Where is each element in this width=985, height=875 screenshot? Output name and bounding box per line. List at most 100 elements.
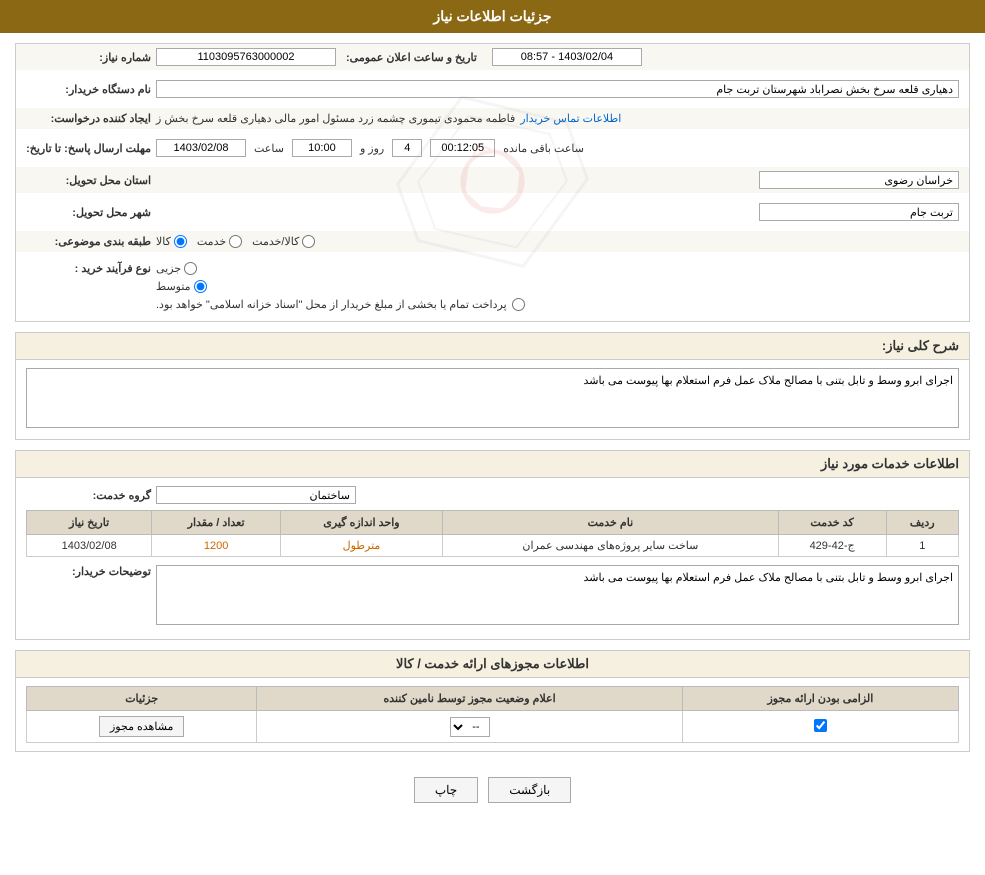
general-info-section: شماره نیاز: تاریخ و ساعت اعلان عمومی: نا… [15, 43, 970, 322]
province-input[interactable] [759, 171, 959, 189]
col-license-details: جزئیات [27, 687, 257, 711]
col-license-required: الزامی بودن ارائه مجوز [682, 687, 958, 711]
table-row: -- مشاهده مجوز [27, 711, 959, 743]
back-button[interactable]: بازگشت [488, 777, 571, 803]
bottom-buttons: بازگشت چاپ [15, 762, 970, 818]
province-label: استان محل تحویل: [26, 174, 156, 187]
deadline-date-input[interactable] [156, 139, 246, 157]
col-unit: واحد اندازه گیری [280, 511, 442, 535]
service-group-row: گروه خدمت: [26, 486, 959, 504]
cell-quantity: 1200 [152, 535, 280, 557]
purchase-motawaset-item: متوسط [156, 280, 207, 293]
category-label: طبقه بندی موضوعی: [26, 235, 156, 248]
city-row: شهر محل تحویل: [16, 199, 969, 225]
announce-date-label: تاریخ و ساعت اعلان عمومی: [346, 51, 482, 64]
page-title: جزئیات اطلاعات نیاز [433, 8, 551, 24]
need-desc-section: شرح کلی نیاز: اجرای ابرو وسط و تابل بتنی… [15, 332, 970, 440]
buyer-org-input[interactable] [156, 80, 959, 98]
buyer-desc-textarea[interactable]: اجرای ابرو وسط و تابل بتنی با مصالح ملاک… [156, 565, 959, 625]
services-body: گروه خدمت: ردیف کد خدمت نام خدمت واحد ان… [16, 478, 969, 639]
cell-row-num: 1 [886, 535, 958, 557]
deadline-time-input[interactable] [292, 139, 352, 157]
purchase-jozei-radio[interactable] [184, 262, 197, 275]
purchase-type-label: نوع فرآیند خرید : [26, 262, 156, 275]
need-desc-textarea[interactable]: اجرای ابرو وسط و تابل بتنی با مصالح ملاک… [26, 368, 959, 428]
service-group-input[interactable] [156, 486, 356, 504]
service-group-label: گروه خدمت: [26, 489, 156, 502]
need-desc-title: شرح کلی نیاز: [882, 338, 959, 353]
category-kala-radio[interactable] [174, 235, 187, 248]
deadline-days-label: روز و [360, 142, 384, 155]
category-kala-khedmat-item: کالا/خدمت [252, 235, 315, 248]
cell-unit: مترطول [280, 535, 442, 557]
col-service-code: کد خدمت [778, 511, 886, 535]
col-row-num: ردیف [886, 511, 958, 535]
licenses-header: اطلاعات مجوزهای ارائه خدمت / کالا [16, 651, 969, 678]
category-kala-khedmat-radio[interactable] [302, 235, 315, 248]
need-number-label: شماره نیاز: [26, 51, 156, 64]
purchase-jozei-label: جزیی [156, 262, 181, 275]
buyer-desc-label: توضیحات خریدار: [26, 565, 156, 578]
creator-row: ایجاد کننده درخواست: فاطمه محمودی تیموری… [16, 108, 969, 129]
buyer-desc-row: توضیحات خریدار: اجرای ابرو وسط و تابل بت… [26, 565, 959, 625]
print-button[interactable]: چاپ [414, 777, 478, 803]
purchase-jozei-item: جزیی [156, 262, 197, 275]
creator-value: فاطمه محمودی تیموری چشمه زرد مسئول امور … [156, 112, 515, 125]
services-title: اطلاعات خدمات مورد نیاز [821, 456, 959, 471]
category-kala-item: کالا [156, 235, 187, 248]
category-khedmat-label: خدمت [197, 235, 226, 248]
category-row: طبقه بندی موضوعی: کالا خدمت کالا/خدمت [16, 231, 969, 252]
deadline-remaining-input[interactable] [430, 139, 495, 157]
city-label: شهر محل تحویل: [26, 206, 156, 219]
city-input[interactable] [759, 203, 959, 221]
col-date: تاریخ نیاز [27, 511, 152, 535]
col-license-status: اعلام وضعیت مجوز توسط نامین کننده [257, 687, 682, 711]
province-row: استان محل تحویل: [16, 167, 969, 193]
category-radio-group: کالا خدمت کالا/خدمت [156, 235, 315, 248]
services-table-header-row: ردیف کد خدمت نام خدمت واحد اندازه گیری ت… [27, 511, 959, 535]
deadline-time-label: ساعت [254, 142, 284, 155]
category-kala-label: کالا [156, 235, 171, 248]
purchase-tamam-label: پرداخت تمام یا بخشی از مبلغ خریدار از مح… [156, 298, 507, 311]
purchase-type-radio-group: جزیی متوسط پرداخت تمام یا بخشی از مبلغ خ… [156, 262, 525, 311]
col-quantity: تعداد / مقدار [152, 511, 280, 535]
cell-license-required [682, 711, 958, 743]
licenses-table: الزامی بودن ارائه مجوز اعلام وضعیت مجوز … [26, 686, 959, 743]
services-section: اطلاعات خدمات مورد نیاز گروه خدمت: ردیف … [15, 450, 970, 640]
buyer-org-label: نام دستگاه خریدار: [26, 83, 156, 96]
cell-service-code: ج-42-429 [778, 535, 886, 557]
deadline-label: مهلت ارسال پاسخ: تا تاریخ: [26, 142, 156, 155]
creator-label: ایجاد کننده درخواست: [26, 112, 156, 125]
cell-date: 1403/02/08 [27, 535, 152, 557]
announce-date-input[interactable] [492, 48, 642, 66]
cell-service-name: ساخت سایر پروژه‌های مهندسی عمران [443, 535, 779, 557]
need-desc-body: اجرای ابرو وسط و تابل بتنی با مصالح ملاک… [16, 360, 969, 439]
services-table: ردیف کد خدمت نام خدمت واحد اندازه گیری ت… [26, 510, 959, 557]
contact-link[interactable]: اطلاعات تماس خریدار [520, 112, 621, 125]
purchase-tamam-radio[interactable] [512, 298, 525, 311]
licenses-table-header-row: الزامی بودن ارائه مجوز اعلام وضعیت مجوز … [27, 687, 959, 711]
cell-license-details: مشاهده مجوز [27, 711, 257, 743]
need-number-input[interactable] [156, 48, 336, 66]
category-khedmat-radio[interactable] [229, 235, 242, 248]
need-desc-header: شرح کلی نیاز: [16, 333, 969, 360]
deadline-row: مهلت ارسال پاسخ: تا تاریخ: ساعت روز و سا… [16, 135, 969, 161]
cell-license-status: -- [257, 711, 682, 743]
license-status-select[interactable]: -- [450, 717, 490, 737]
category-kala-khedmat-label: کالا/خدمت [252, 235, 299, 248]
purchase-motawaset-label: متوسط [156, 280, 191, 293]
deadline-days-input[interactable] [392, 139, 422, 157]
table-row: 1 ج-42-429 ساخت سایر پروژه‌های مهندسی عم… [27, 535, 959, 557]
services-header: اطلاعات خدمات مورد نیاز [16, 451, 969, 478]
buyer-org-row: نام دستگاه خریدار: [16, 76, 969, 102]
licenses-title: اطلاعات مجوزهای ارائه خدمت / کالا [396, 656, 589, 671]
purchase-motawaset-radio[interactable] [194, 280, 207, 293]
license-required-checkbox[interactable] [814, 719, 827, 732]
category-khedmat-item: خدمت [197, 235, 242, 248]
col-service-name: نام خدمت [443, 511, 779, 535]
view-license-button[interactable]: مشاهده مجوز [99, 716, 184, 737]
licenses-section: اطلاعات مجوزهای ارائه خدمت / کالا الزامی… [15, 650, 970, 752]
purchase-type-row: نوع فرآیند خرید : جزیی متوسط پرداخت تمام… [16, 258, 969, 315]
need-number-row: شماره نیاز: تاریخ و ساعت اعلان عمومی: [16, 44, 969, 70]
page-header: جزئیات اطلاعات نیاز [0, 0, 985, 33]
